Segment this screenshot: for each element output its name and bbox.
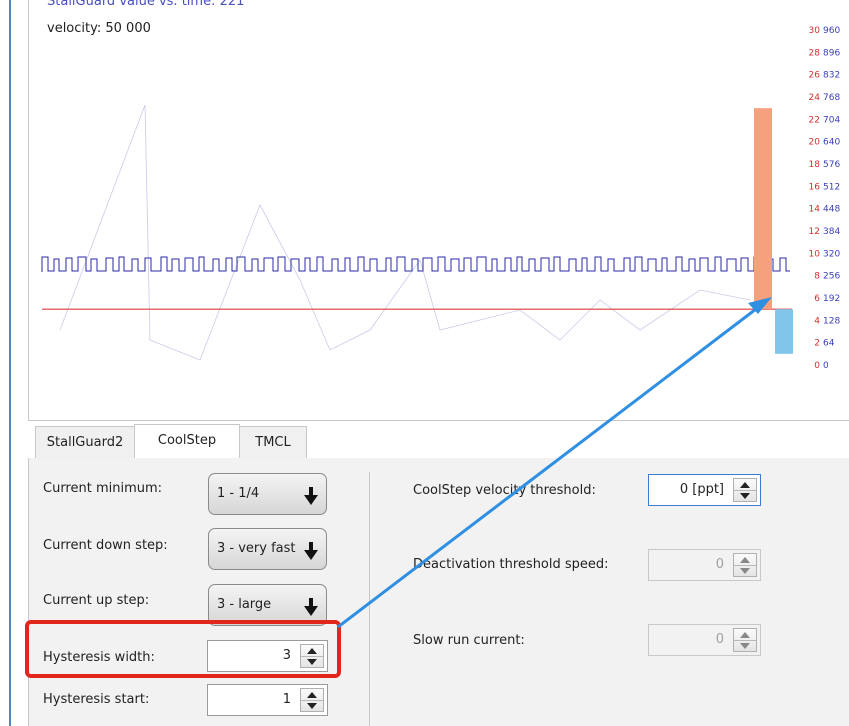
slow-run-current-spinbox[interactable]: 0 [648,624,761,656]
slow-run-current-value: 0 [715,632,724,647]
current-level-bar [775,309,793,354]
caret-up-icon[interactable] [307,692,317,698]
tab-stallguard2[interactable]: StallGuard2 [35,426,135,458]
axis-tick-blue: 704 [823,115,840,125]
axis-tick-blue: 192 [823,294,840,304]
axis-tick-red: 22 [809,115,820,125]
caret-up-icon[interactable] [740,632,750,638]
axis-tick-red: 0 [814,361,820,371]
current-minimum-label: Current minimum: [43,481,163,496]
axis-tick-red: 24 [809,93,821,103]
axis-tick-red: 14 [809,205,821,215]
caret-down-icon[interactable] [740,493,750,499]
current-up-step-label: Current up step: [43,593,150,608]
axis-tick-blue: 512 [823,182,840,192]
faint-trace [59,104,751,361]
column-divider [369,472,370,726]
tab-tmcl[interactable]: TMCL [239,426,307,458]
coolstep-velocity-threshold-value: 0 [ppt] [679,482,724,497]
caret-up-icon[interactable] [740,482,750,488]
deactivation-threshold-speed-label: Deactivation threshold speed: [413,557,609,572]
stallguard-level-bar [754,108,772,310]
axis-tick-blue: 960 [823,26,840,36]
hysteresis-start-label: Hysteresis start: [43,692,150,707]
right-axis: 30 96028 89626 83224 76822 70420 64018 57616 512… [809,26,841,371]
axis-tick-blue: 896 [823,48,840,58]
current-down-step-label: Current down step: [43,538,168,553]
deactivation-threshold-speed-value: 0 [715,557,724,572]
axis-tick-blue: 256 [823,272,840,282]
axis-tick-red: 26 [809,71,821,81]
axis-tick-blue: 832 [823,71,840,81]
caret-up-icon[interactable] [740,557,750,563]
axis-tick-blue: 576 [823,160,840,170]
faint-history-lines [59,104,751,361]
current-up-step-value: 3 - large [217,597,272,612]
axis-tick-blue: 64 [823,339,835,349]
axis-tick-red: 10 [809,249,821,259]
coolstep-velocity-threshold-stepper[interactable] [733,478,757,502]
axis-tick-blue: 320 [823,249,840,259]
hysteresis-start-stepper[interactable] [300,688,324,712]
axis-tick-red: 8 [814,272,820,282]
highlight-box [25,620,341,678]
axis-tick-red: 18 [809,160,821,170]
stallguard-chart: 30 96028 89626 83224 76822 70420 64018 57616 512… [41,26,841,371]
axis-tick-blue: 384 [823,227,840,237]
deactivation-threshold-speed-spinbox[interactable]: 0 [648,549,761,581]
axis-tick-red: 20 [809,138,821,148]
axis-tick-red: 6 [814,294,820,304]
arrow-down-icon [304,598,318,616]
current-down-step-select[interactable]: 3 - very fast [208,528,327,570]
arrow-down-icon [304,542,318,560]
chart-title: StallGuard value vs. time: 221 [47,0,245,9]
caret-down-icon[interactable] [740,643,750,649]
current-minimum-select[interactable]: 1 - 1/4 [208,473,327,515]
axis-tick-red: 28 [809,48,821,58]
slow-run-current-stepper[interactable] [733,628,757,652]
hysteresis-start-value: 1 [282,692,291,707]
coolstep-velocity-threshold-label: CoolStep velocity threshold: [413,483,596,498]
current-down-step-value: 3 - very fast [217,541,296,556]
axis-tick-red: 4 [814,316,820,326]
axis-tick-blue: 128 [823,316,840,326]
axis-tick-red: 12 [809,227,820,237]
arrow-down-icon [304,487,318,505]
deactivation-threshold-speed-stepper[interactable] [733,553,757,577]
axis-tick-blue: 448 [823,205,840,215]
stallguard-signal-line [41,256,790,272]
caret-down-icon[interactable] [307,703,317,709]
hysteresis-start-spinbox[interactable]: 1 [207,684,328,716]
axis-tick-blue: 640 [823,138,840,148]
slow-run-current-label: Slow run current: [413,633,525,648]
tab-coolstep[interactable]: CoolStep [134,424,240,458]
caret-down-icon[interactable] [740,568,750,574]
velocity-readout: velocity: 50 000 [47,21,151,36]
axis-tick-blue: 768 [823,93,840,103]
current-minimum-value: 1 - 1/4 [217,486,260,501]
coolstep-velocity-threshold-spinbox[interactable]: 0 [ppt] [648,474,761,506]
axis-tick-red: 16 [809,182,821,192]
axis-tick-blue: 0 [823,361,829,371]
axis-tick-red: 2 [814,339,820,349]
axis-tick-red: 30 [809,26,821,36]
